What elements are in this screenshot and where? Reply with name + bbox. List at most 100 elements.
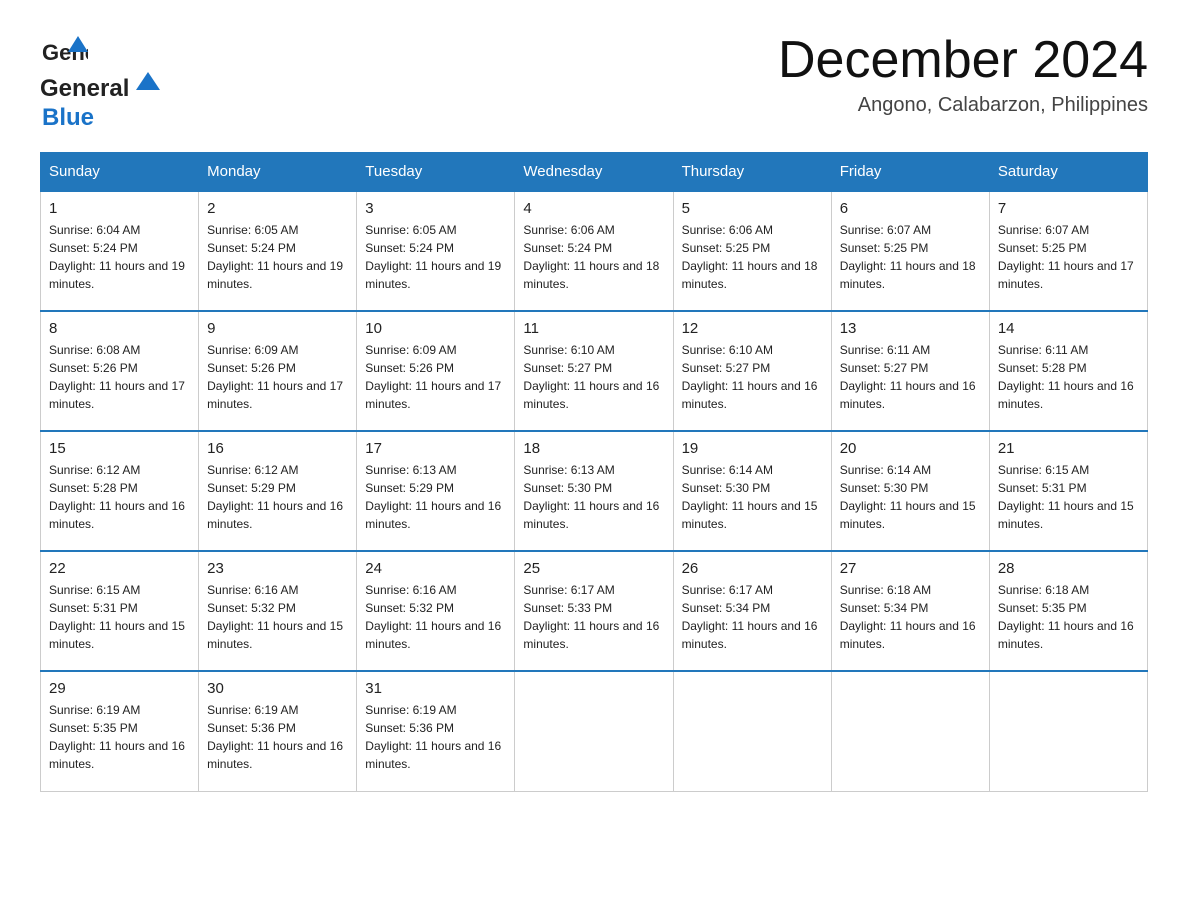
page-header: General General Blue December 2024 Angon… (40, 30, 1148, 132)
title-block: December 2024 Angono, Calabarzon, Philip… (778, 30, 1148, 117)
day-info: Sunrise: 6:05 AMSunset: 5:24 PMDaylight:… (365, 221, 506, 293)
day-number: 21 (998, 440, 1139, 457)
table-row: 8Sunrise: 6:08 AMSunset: 5:26 PMDaylight… (41, 311, 199, 431)
day-info: Sunrise: 6:12 AMSunset: 5:28 PMDaylight:… (49, 461, 190, 533)
col-sunday: Sunday (41, 153, 199, 192)
table-row (673, 671, 831, 791)
col-friday: Friday (831, 153, 989, 192)
day-number: 6 (840, 200, 981, 217)
calendar-week-row: 22 Sunrise: 6:15 AMSunset: 5:31 PMDayligh… (41, 551, 1148, 671)
table-row (989, 671, 1147, 791)
table-row (515, 671, 673, 791)
logo-blue-text: Blue (42, 104, 94, 132)
day-number: 23 (207, 560, 348, 577)
day-info: Sunrise: 6:16 AMSunset: 5:32 PMDaylight:… (207, 581, 348, 653)
day-info: Sunrise: 6:19 AMSunset: 5:35 PMDaylight:… (49, 701, 190, 773)
table-row: 17Sunrise: 6:13 AMSunset: 5:29 PMDayligh… (357, 431, 515, 551)
day-number: 3 (365, 200, 506, 217)
day-number: 30 (207, 680, 348, 697)
day-info: Sunrise: 6:15 AMSunset: 5:31 PMDaylight:… (998, 461, 1139, 533)
table-row: 15Sunrise: 6:12 AMSunset: 5:28 PMDayligh… (41, 431, 199, 551)
day-number: 4 (523, 200, 664, 217)
day-info: Sunrise: 6:13 AMSunset: 5:29 PMDaylight:… (365, 461, 506, 533)
col-tuesday: Tuesday (357, 153, 515, 192)
table-row: 31Sunrise: 6:19 AMSunset: 5:36 PMDayligh… (357, 671, 515, 791)
col-monday: Monday (199, 153, 357, 192)
day-number: 31 (365, 680, 506, 697)
day-info: Sunrise: 6:07 AMSunset: 5:25 PMDaylight:… (840, 221, 981, 293)
table-row: 29 Sunrise: 6:19 AMSunset: 5:35 PMDayligh… (41, 671, 199, 791)
table-row: 19Sunrise: 6:14 AMSunset: 5:30 PMDayligh… (673, 431, 831, 551)
main-title: December 2024 (778, 30, 1148, 90)
day-number: 29 (49, 680, 190, 697)
day-info: Sunrise: 6:05 AMSunset: 5:24 PMDaylight:… (207, 221, 348, 293)
calendar-week-row: 15Sunrise: 6:12 AMSunset: 5:28 PMDayligh… (41, 431, 1148, 551)
table-row: 30 Sunrise: 6:19 AMSunset: 5:36 PMDayligh… (199, 671, 357, 791)
day-info: Sunrise: 6:17 AMSunset: 5:33 PMDaylight:… (523, 581, 664, 653)
day-info: Sunrise: 6:17 AMSunset: 5:34 PMDaylight:… (682, 581, 823, 653)
day-number: 9 (207, 320, 348, 337)
day-info: Sunrise: 6:18 AMSunset: 5:35 PMDaylight:… (998, 581, 1139, 653)
day-info: Sunrise: 6:14 AMSunset: 5:30 PMDaylight:… (840, 461, 981, 533)
day-info: Sunrise: 6:13 AMSunset: 5:30 PMDaylight:… (523, 461, 664, 533)
logo-full: General (40, 70, 170, 108)
table-row: 7 Sunrise: 6:07 AMSunset: 5:25 PMDaylight… (989, 191, 1147, 311)
table-row: 3 Sunrise: 6:05 AMSunset: 5:24 PMDaylight… (357, 191, 515, 311)
table-row: 21 Sunrise: 6:15 AMSunset: 5:31 PMDayligh… (989, 431, 1147, 551)
table-row: 28Sunrise: 6:18 AMSunset: 5:35 PMDayligh… (989, 551, 1147, 671)
day-number: 22 (49, 560, 190, 577)
day-number: 20 (840, 440, 981, 457)
calendar-week-row: 8Sunrise: 6:08 AMSunset: 5:26 PMDaylight… (41, 311, 1148, 431)
table-row: 6 Sunrise: 6:07 AMSunset: 5:25 PMDaylight… (831, 191, 989, 311)
table-row: 22 Sunrise: 6:15 AMSunset: 5:31 PMDayligh… (41, 551, 199, 671)
subtitle: Angono, Calabarzon, Philippines (778, 94, 1148, 117)
table-row: 24 Sunrise: 6:16 AMSunset: 5:32 PMDayligh… (357, 551, 515, 671)
day-number: 16 (207, 440, 348, 457)
logo: General General Blue (40, 30, 170, 132)
day-info: Sunrise: 6:07 AMSunset: 5:25 PMDaylight:… (998, 221, 1139, 293)
day-info: Sunrise: 6:15 AMSunset: 5:31 PMDaylight:… (49, 581, 190, 653)
day-info: Sunrise: 6:16 AMSunset: 5:32 PMDaylight:… (365, 581, 506, 653)
day-number: 10 (365, 320, 506, 337)
day-number: 14 (998, 320, 1139, 337)
col-wednesday: Wednesday (515, 153, 673, 192)
day-number: 8 (49, 320, 190, 337)
day-number: 19 (682, 440, 823, 457)
table-row (831, 671, 989, 791)
day-info: Sunrise: 6:11 AMSunset: 5:27 PMDaylight:… (840, 341, 981, 413)
table-row: 9 Sunrise: 6:09 AMSunset: 5:26 PMDaylight… (199, 311, 357, 431)
day-number: 1 (49, 200, 190, 217)
day-info: Sunrise: 6:10 AMSunset: 5:27 PMDaylight:… (682, 341, 823, 413)
day-info: Sunrise: 6:09 AMSunset: 5:26 PMDaylight:… (207, 341, 348, 413)
table-row: 27Sunrise: 6:18 AMSunset: 5:34 PMDayligh… (831, 551, 989, 671)
table-row: 16 Sunrise: 6:12 AMSunset: 5:29 PMDayligh… (199, 431, 357, 551)
day-number: 25 (523, 560, 664, 577)
table-row: 1 Sunrise: 6:04 AMSunset: 5:24 PMDaylight… (41, 191, 199, 311)
day-number: 5 (682, 200, 823, 217)
table-row: 18 Sunrise: 6:13 AMSunset: 5:30 PMDayligh… (515, 431, 673, 551)
col-saturday: Saturday (989, 153, 1147, 192)
day-number: 18 (523, 440, 664, 457)
calendar-table: Sunday Monday Tuesday Wednesday Thursday… (40, 152, 1148, 792)
day-info: Sunrise: 6:19 AMSunset: 5:36 PMDaylight:… (207, 701, 348, 773)
day-info: Sunrise: 6:12 AMSunset: 5:29 PMDaylight:… (207, 461, 348, 533)
calendar-week-row: 1 Sunrise: 6:04 AMSunset: 5:24 PMDaylight… (41, 191, 1148, 311)
table-row: 13 Sunrise: 6:11 AMSunset: 5:27 PMDayligh… (831, 311, 989, 431)
table-row: 20 Sunrise: 6:14 AMSunset: 5:30 PMDayligh… (831, 431, 989, 551)
day-info: Sunrise: 6:06 AMSunset: 5:25 PMDaylight:… (682, 221, 823, 293)
table-row: 23 Sunrise: 6:16 AMSunset: 5:32 PMDayligh… (199, 551, 357, 671)
col-thursday: Thursday (673, 153, 831, 192)
calendar-week-row: 29 Sunrise: 6:19 AMSunset: 5:35 PMDayligh… (41, 671, 1148, 791)
table-row: 26Sunrise: 6:17 AMSunset: 5:34 PMDayligh… (673, 551, 831, 671)
day-number: 24 (365, 560, 506, 577)
table-row: 4 Sunrise: 6:06 AMSunset: 5:24 PMDaylight… (515, 191, 673, 311)
day-number: 13 (840, 320, 981, 337)
day-info: Sunrise: 6:06 AMSunset: 5:24 PMDaylight:… (523, 221, 664, 293)
day-info: Sunrise: 6:18 AMSunset: 5:34 PMDaylight:… (840, 581, 981, 653)
day-info: Sunrise: 6:11 AMSunset: 5:28 PMDaylight:… (998, 341, 1139, 413)
day-number: 2 (207, 200, 348, 217)
table-row: 5 Sunrise: 6:06 AMSunset: 5:25 PMDaylight… (673, 191, 831, 311)
table-row: 14 Sunrise: 6:11 AMSunset: 5:28 PMDayligh… (989, 311, 1147, 431)
day-info: Sunrise: 6:04 AMSunset: 5:24 PMDaylight:… (49, 221, 190, 293)
day-number: 7 (998, 200, 1139, 217)
